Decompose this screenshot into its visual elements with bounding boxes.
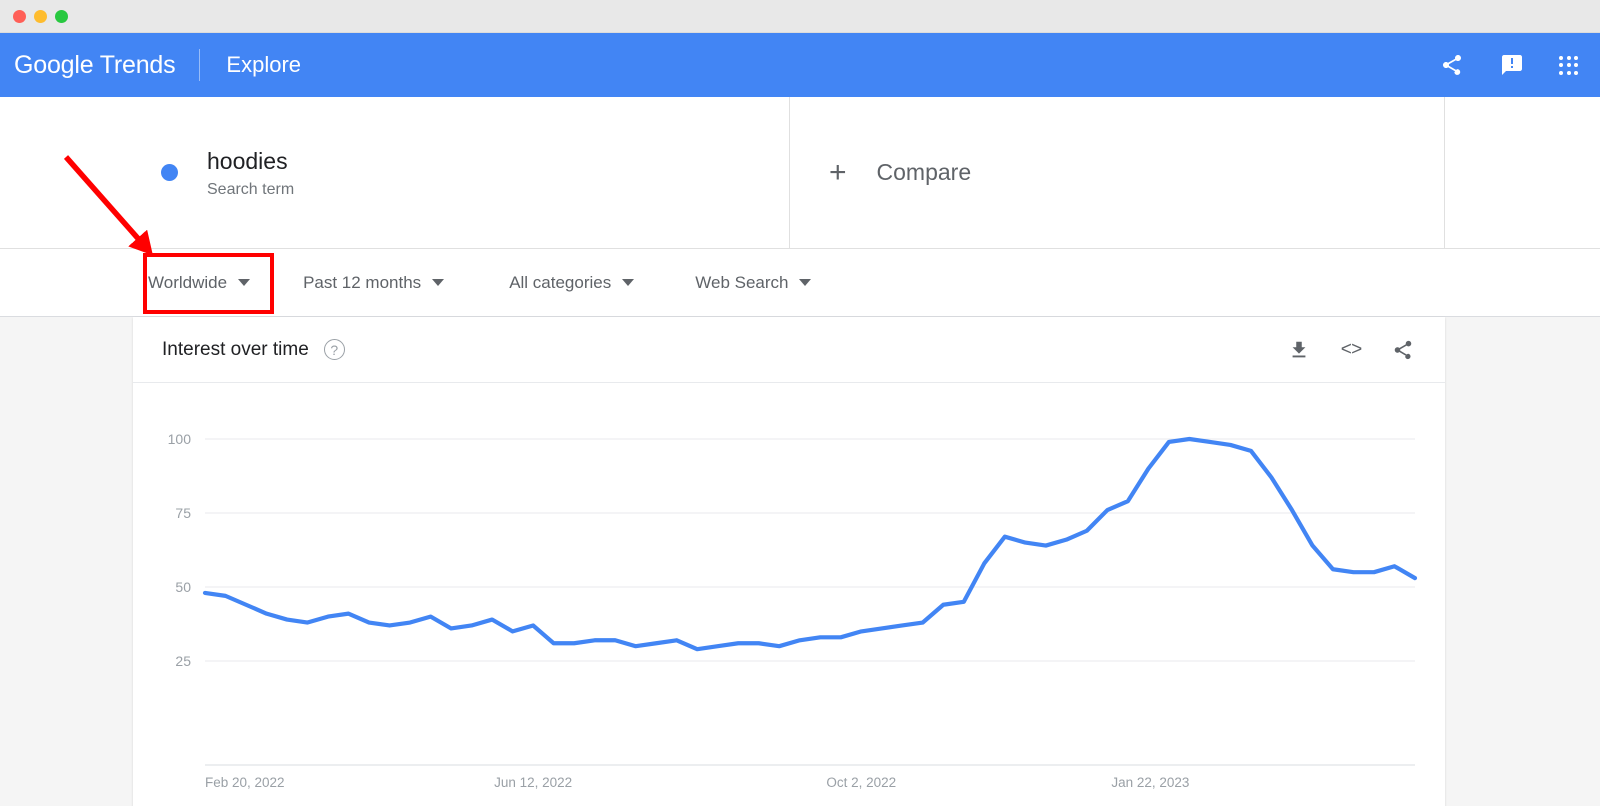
filter-search-type-label: Web Search	[695, 272, 789, 292]
window-maximize-button[interactable]	[55, 9, 68, 23]
window-close-button[interactable]	[13, 9, 26, 23]
term-color-bullet	[161, 164, 178, 181]
traffic-lights	[13, 9, 68, 23]
chart-line-hoodies[interactable]	[202, 436, 1418, 652]
window-titlebar	[0, 0, 1600, 33]
card-action-group: <>	[1287, 338, 1415, 362]
interest-over-time-line-chart[interactable]: 25 50 75 100 Feb 20, 2022 Jun 12, 2022 Oct 2, …	[133, 383, 1445, 806]
nav-explore[interactable]: Explore	[226, 52, 301, 78]
y-axis-tick-label: 75	[175, 505, 191, 521]
term-text-group: hoodies Search term	[207, 146, 294, 199]
x-axis-tick-label: Jan 22, 2023	[1111, 775, 1189, 790]
filters-bar: Worldwide Past 12 months All categories …	[0, 249, 1600, 317]
chart-area: 25 50 75 100 Feb 20, 2022 Jun 12, 2022 Oct 2, …	[133, 383, 1445, 806]
chevron-down-icon	[799, 279, 812, 286]
google-trends-logo[interactable]: Google Trends	[14, 50, 176, 80]
download-icon[interactable]	[1287, 338, 1311, 362]
brand-trends: Trends	[99, 50, 176, 79]
x-axis-tick-label: Oct 2, 2022	[826, 775, 896, 790]
compare-button[interactable]: + Compare	[790, 97, 1445, 248]
chevron-down-icon	[432, 279, 445, 286]
term-name: hoodies	[207, 148, 288, 174]
x-axis-tick-label: Jun 12, 2022	[494, 775, 572, 790]
y-axis-tick-label: 25	[175, 653, 191, 669]
filter-location-label: Worldwide	[148, 272, 228, 292]
embed-code-icon[interactable]: <>	[1339, 338, 1363, 362]
share-icon[interactable]	[1391, 338, 1415, 362]
filter-category-label: All categories	[509, 272, 612, 292]
filter-location[interactable]: Worldwide	[148, 272, 251, 293]
header-divider	[199, 49, 201, 81]
interest-over-time-card: Interest over time ? <> 25 50 75 100 Feb 20,…	[133, 317, 1445, 806]
main-content: Interest over time ? <> 25 50 75 100 Feb 20,…	[0, 317, 1600, 806]
filter-time-range-label: Past 12 months	[303, 272, 422, 292]
help-icon[interactable]: ?	[323, 339, 345, 360]
search-terms-row: hoodies Search term + Compare	[0, 97, 1600, 249]
window-minimize-button[interactable]	[34, 9, 47, 23]
filter-search-type[interactable]: Web Search	[695, 272, 812, 293]
brand-google: Google	[14, 50, 94, 79]
card-header: Interest over time ? <>	[133, 317, 1445, 383]
page-title: Interest over time	[162, 338, 309, 360]
x-axis-tick-label: Feb 20, 2022	[205, 775, 285, 790]
share-icon[interactable]	[1439, 52, 1465, 78]
chevron-down-icon	[622, 279, 635, 286]
filter-time-range[interactable]: Past 12 months	[303, 272, 445, 293]
term-type: Search term	[207, 181, 295, 198]
y-axis-tick-label: 50	[175, 579, 191, 595]
header-icon-group	[1439, 52, 1578, 78]
compare-label: Compare	[876, 159, 972, 185]
apps-grid-icon[interactable]	[1559, 55, 1578, 75]
filter-category[interactable]: All categories	[509, 272, 635, 293]
app-header: Google Trends Explore	[0, 33, 1600, 97]
search-term-card[interactable]: hoodies Search term	[133, 97, 790, 248]
chevron-down-icon	[238, 279, 251, 286]
plus-icon: +	[829, 155, 847, 189]
y-axis-tick-label: 100	[168, 431, 192, 447]
feedback-icon[interactable]	[1499, 52, 1525, 78]
